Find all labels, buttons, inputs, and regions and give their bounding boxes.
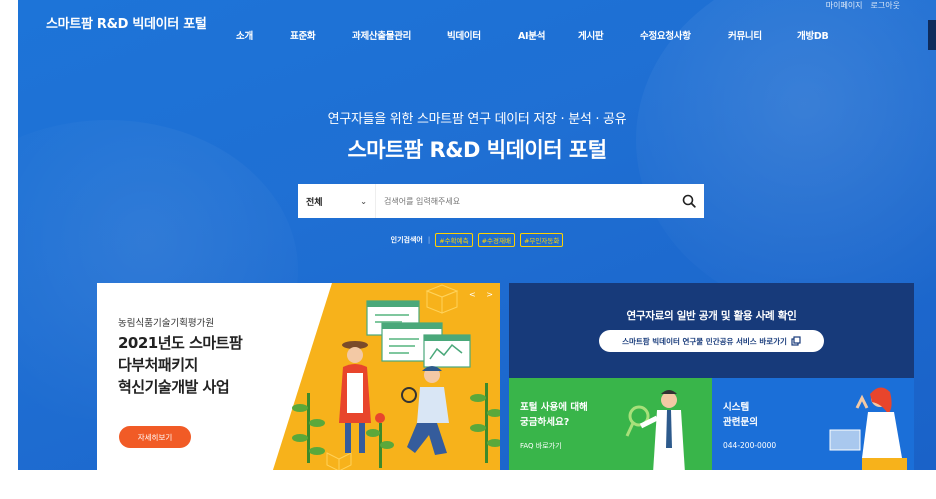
keyword-tag[interactable]: #수경재배 — [477, 233, 515, 247]
nav-item-outputs[interactable]: 과제산출물관리 — [352, 28, 411, 42]
faq-title: 포털 사용에 대해 궁금하세요? — [520, 400, 588, 430]
nav-item-bigdata[interactable]: 빅데이터 — [447, 28, 481, 42]
details-button[interactable]: 자세히보기 — [119, 426, 191, 448]
nav-item-standard[interactable]: 표준화 — [290, 28, 316, 42]
page-footer-area — [0, 470, 936, 499]
contact-title-line: 시스템 — [723, 402, 750, 413]
contact-title-line: 관련문의 — [723, 417, 758, 429]
search-icon — [682, 194, 696, 208]
public-sharing-panel: 연구자료의 일반 공개 및 활용 사례 확인 스마트팜 빅데이터 연구물 민간공… — [509, 283, 914, 378]
keyword-tag[interactable]: #수확예측 — [435, 233, 473, 247]
contact-title: 시스템 관련문의 — [723, 400, 758, 430]
nav-item-opendb[interactable]: 개방DB — [797, 28, 829, 42]
panel-title: 연구자료의 일반 공개 및 활용 사례 확인 — [626, 310, 797, 322]
contact-phone: 044-200-0000 — [723, 441, 777, 450]
nav-item-requests[interactable]: 수정요청사항 — [640, 28, 691, 42]
banner-title-line: 다부처패키지 — [118, 355, 198, 374]
sharing-service-button[interactable]: 스마트팜 빅데이터 연구물 민간공유 서비스 바로가기 — [599, 330, 824, 352]
popular-keywords-label: 인기검색어 — [390, 236, 423, 244]
banner-title-line: 혁신기술개발 사업 — [118, 377, 230, 396]
main-navigation: 소개 표준화 과제산출물관리 빅데이터 AI분석 게시판 수정요청사항 커뮤니티… — [18, 28, 936, 44]
banner-title-line: 2021년도 스마트팜 — [118, 334, 243, 352]
chevron-down-icon: ⌄ — [360, 196, 367, 206]
nav-item-board[interactable]: 게시판 — [578, 28, 604, 42]
mypage-link[interactable]: 마이페이지 — [826, 0, 863, 11]
divider: | — [427, 236, 431, 244]
search-category-value: 전체 — [306, 197, 323, 208]
popular-keywords: 인기검색어 | #수확예측 #수경재배 #무인자동화 — [18, 233, 936, 247]
hero-subtitle: 연구자들을 위한 스마트팜 연구 데이터 저장 · 분석 · 공유 — [327, 112, 627, 127]
faq-link[interactable]: FAQ 바로가기 — [520, 441, 562, 451]
side-tab[interactable] — [928, 20, 936, 50]
banner-organization: 농림식품기술기획평가원 — [118, 318, 215, 329]
contact-panel: 시스템 관련문의 044-200-0000 — [712, 378, 914, 473]
keyword-tag[interactable]: #무인자동화 — [519, 233, 564, 247]
search-button[interactable] — [674, 184, 704, 218]
banner-title: 2021년도 스마트팜 다부처패키지 혁신기술개발 사업 — [118, 333, 243, 398]
search-input[interactable] — [376, 184, 674, 218]
sharing-service-label: 스마트팜 빅데이터 연구물 민간공유 서비스 바로가기 — [622, 336, 787, 346]
hero-title: 스마트팜 R&D 빅데이터 포털 — [347, 138, 607, 162]
faq-title-line: 포털 사용에 대해 — [520, 402, 588, 413]
external-link-icon — [791, 336, 801, 346]
search-bar: 전체 ⌄ — [298, 184, 704, 218]
search-category-select[interactable]: 전체 ⌄ — [298, 184, 376, 218]
logout-link[interactable]: 로그아웃 — [871, 0, 900, 11]
faq-panel[interactable]: 포털 사용에 대해 궁금하세요? FAQ 바로가기 — [509, 378, 712, 473]
faq-title-line: 궁금하세요? — [520, 417, 570, 429]
banner-pager[interactable]: < > — [469, 290, 497, 299]
nav-item-community[interactable]: 커뮤니티 — [728, 28, 762, 42]
nav-item-ai[interactable]: AI분석 — [518, 28, 545, 42]
promo-banner[interactable]: 농림식품기술기획평가원 2021년도 스마트팜 다부처패키지 혁신기술개발 사업… — [97, 283, 500, 473]
nav-item-intro[interactable]: 소개 — [236, 28, 253, 42]
utility-menu: 마이페이지 로그아웃 — [826, 0, 900, 11]
